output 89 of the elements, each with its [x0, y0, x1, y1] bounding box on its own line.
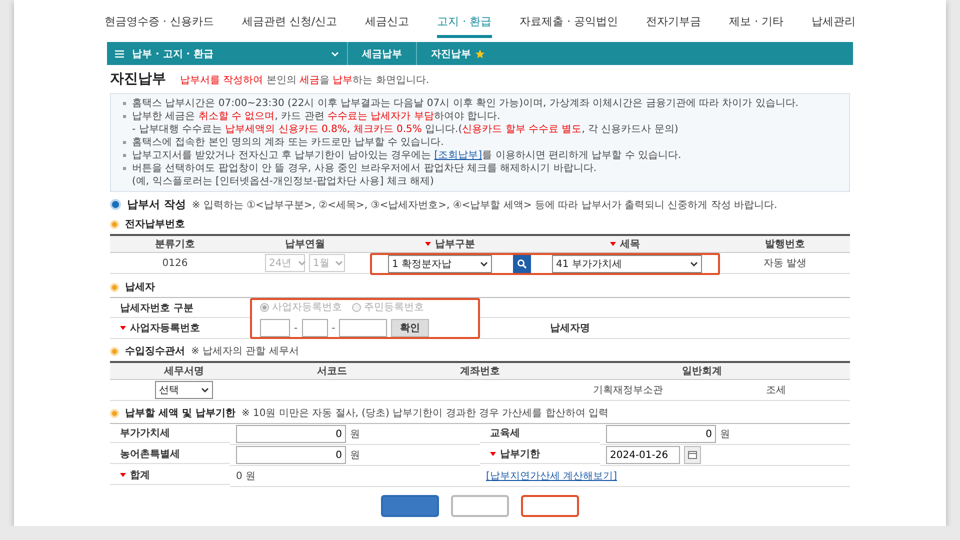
search-button[interactable]	[513, 255, 531, 273]
amount-field[interactable]: 0	[236, 425, 346, 443]
page-title: 자진납부	[110, 70, 166, 88]
required-mark-icon	[120, 473, 126, 477]
separator-text: -	[294, 322, 298, 334]
calendar-icon	[688, 451, 697, 459]
unit-label: 원	[350, 449, 360, 462]
chevron-icon	[298, 259, 306, 267]
column-header: 계좌번호	[406, 363, 554, 380]
tax-office-select[interactable]: 선택	[155, 381, 213, 399]
nav-tab[interactable]: 세금신고	[365, 0, 410, 38]
subsection-bullet-icon	[110, 282, 119, 292]
separator-text: -	[332, 322, 336, 334]
chevron-icon	[331, 50, 339, 58]
column-header: 분류기호	[110, 236, 240, 253]
input-field[interactable]	[339, 319, 388, 337]
subsection-title: 납부할 세액 및 납부기한	[125, 407, 236, 420]
notice-text: 홈택스에 접속한 본인 명의의 계좌 또는 카드로만 납부할 수 있습니다.	[123, 136, 837, 149]
action-button[interactable]	[451, 495, 509, 517]
unit-label: 원	[350, 428, 360, 441]
input-field[interactable]	[260, 319, 290, 337]
field-label: 사업자등록번호	[110, 318, 250, 338]
table-cell: 조세	[702, 380, 850, 401]
unit-label: 원	[720, 428, 730, 441]
amount-field[interactable]: 0	[236, 446, 346, 464]
breadcrumb-link[interactable]: 세금납부	[347, 42, 416, 65]
column-header: 일반회계	[554, 363, 850, 380]
notice-text: 홈택스 납부시간은 07:00~23:30 (22시 이후 납부결과는 다음날 07시 이후 확인 가능)이며, 가상계좌 이체시간은 금융기관에 따라 차이가 있습니다.	[123, 97, 837, 110]
nav-tab[interactable]: 세금관련 신청/신고	[242, 0, 338, 38]
subsection-title: 전자납부번호	[125, 218, 185, 231]
required-mark-icon	[120, 326, 126, 330]
total-value: 0 원	[230, 466, 480, 487]
field-label: 납세자명	[540, 318, 660, 338]
chevron-icon	[480, 260, 488, 268]
confirm-button[interactable]: 확인	[391, 319, 430, 337]
nav-tab[interactable]: 자료제출 · 공익법인	[520, 0, 618, 38]
payment-type-select[interactable]: 1 확정분자납	[388, 255, 492, 273]
subsection-bullet-icon	[110, 346, 119, 356]
column-header: 세무서명	[110, 363, 258, 380]
field-label: 농어촌특별세	[110, 445, 230, 464]
column-header: 세목	[530, 236, 720, 253]
section-note: ※ 납세자의 관할 세무서	[191, 345, 299, 358]
field-label: 교육세	[480, 424, 600, 443]
field-label: 납세자번호 구분	[110, 298, 250, 318]
column-header: 납부구분	[370, 236, 530, 253]
section-title: 납부서 작성	[127, 197, 186, 212]
nav-tab[interactable]: 현금영수증 · 신용카드	[104, 0, 214, 38]
subsection-bullet-icon	[110, 220, 119, 228]
calendar-button[interactable]	[684, 446, 701, 464]
date-field[interactable]: 2024-01-26	[606, 446, 680, 464]
required-mark-icon	[610, 242, 616, 246]
chevron-icon	[690, 260, 698, 268]
input-field[interactable]	[302, 319, 328, 337]
table-cell: 자동 발생	[720, 253, 850, 274]
page-description: 납부서를 작성하여 본인의 세금을 납부하는 화면입니다.	[180, 74, 430, 87]
nav-tab[interactable]: 제보 · 기타	[729, 0, 784, 38]
section-note: ※ 입력하는 ①<납부구분>, ②<세목>, ③<납세자번호>, ④<납부할 세액> 등에 따라 납부서가 출력되니 신중하게 작성 바랍니다.	[192, 198, 778, 212]
menu-dropdown[interactable]: 납부 · 고지 · 환급	[107, 42, 347, 65]
nav-tab[interactable]: 고지 · 환급	[437, 0, 492, 38]
search-icon	[517, 259, 527, 269]
subsection-title: 수입징수관서	[125, 345, 185, 358]
action-button[interactable]	[521, 495, 579, 517]
nav-tab[interactable]: 전자기부금	[646, 0, 702, 38]
required-mark-icon	[425, 242, 431, 246]
subsection-bullet-icon	[110, 408, 119, 418]
field-label: 합계	[110, 466, 230, 485]
amount-field[interactable]: 0	[606, 425, 716, 443]
table-cell: 기획재정부소관	[554, 380, 702, 401]
column-header: 납부연월	[240, 236, 370, 253]
subsection-title: 납세자	[125, 281, 155, 294]
late-fee-calculator-link[interactable]: [납부지연가산세 계산해보기]	[486, 469, 617, 483]
notice-text: 버튼을 선택하여도 팝업창이 안 뜰 경우, 사용 중인 브라우저에서 팝업차단 체크를 해제하시기 바랍니다. (예, 익스플로러는 [인터넷옵션-개인정보-팝업차단 사용] 체크 해제)	[123, 162, 837, 188]
section-bullet-icon	[110, 199, 121, 210]
chevron-icon	[335, 259, 344, 267]
table-cell: 0126	[110, 253, 240, 274]
field-label: 납부기한	[480, 445, 600, 464]
required-mark-icon	[490, 452, 496, 456]
tax-item-select[interactable]: 41 부가가치세	[552, 255, 702, 273]
notice-text: 납부한 세금은 취소할 수 없으며, 카드 관련 수수료는 납세자가 부담하여야 합니다. - 납부대행 수수료는 납부세액의 신용카드 0.8%, 체크카드 0.5% 입니다.(신용카드 할부 수수료 별도, 각 신용카드사 문의)	[123, 110, 837, 136]
breadcrumb-link[interactable]: 자진납부	[416, 42, 499, 65]
section-note: ※ 10원 미만은 자동 절사, (당초) 납부기한이 경과한 경우 가산세를 합산하여 입력	[241, 407, 609, 420]
notice-text: 납부고지서를 받았거나 전자신고 후 납부기한이 남아있는 경우에는 [조회납부]를 이용하시면 편리하게 납부할 수 있습니다.	[123, 149, 837, 162]
column-header: 발행번호	[720, 236, 850, 253]
chevron-icon	[201, 386, 209, 394]
column-header: 서코드	[258, 363, 406, 380]
menu-icon	[115, 50, 124, 58]
nav-tab[interactable]: 납세관리	[812, 0, 856, 38]
field-label: 부가가치세	[110, 424, 230, 443]
inquiry-payment-link[interactable]: [조회납부]	[434, 150, 482, 161]
